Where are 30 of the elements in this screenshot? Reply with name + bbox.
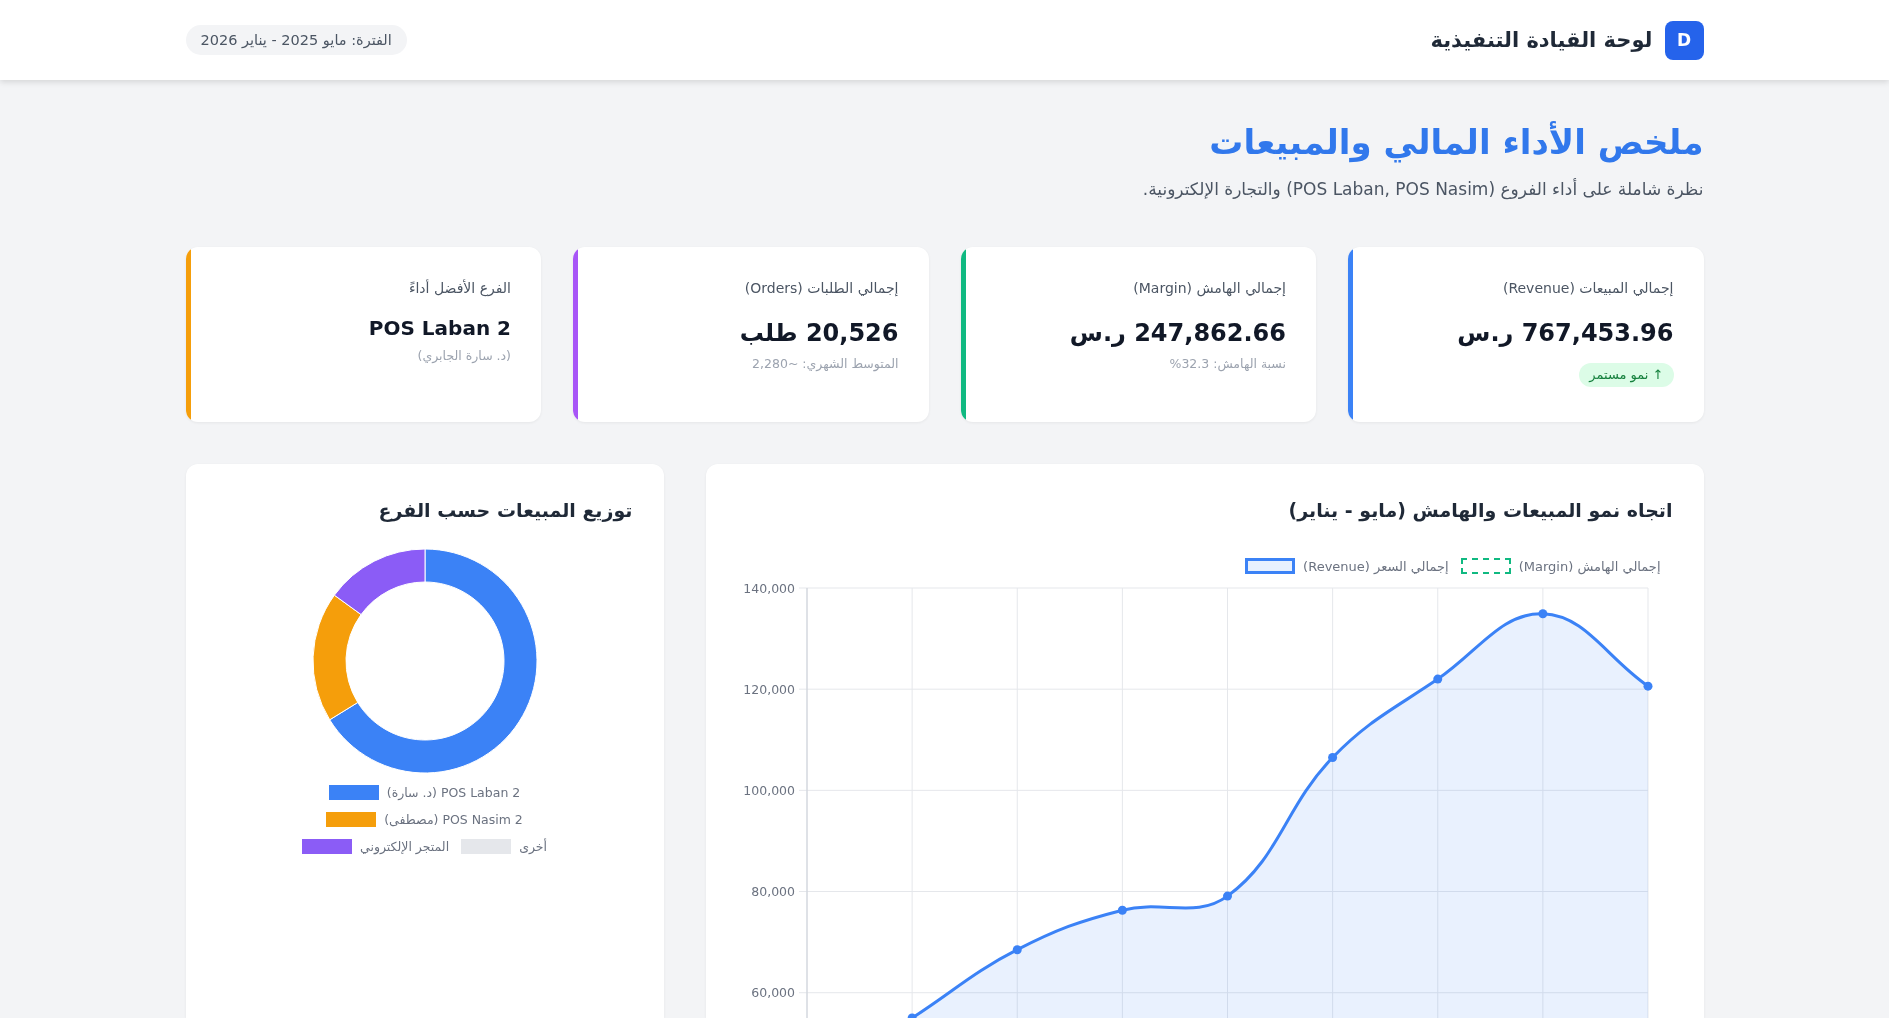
legend-label: إجمالي الهامش (Margin) xyxy=(1518,558,1661,574)
kpi-label: إجمالي المبيعات (Revenue) xyxy=(1502,279,1674,298)
axis-label: 80,000 xyxy=(750,884,795,900)
kpi-label: إجمالي الهامش (Margin) xyxy=(1133,279,1286,298)
legend-label: POS Nasim 2 (مصطفى) xyxy=(384,811,523,827)
kpi-note: نسبة الهامش: 32.3% xyxy=(1169,355,1286,373)
kpi-label: إجمالي الطلبات (Orders) xyxy=(744,279,899,298)
page-subtitle: نظرة شاملة على أداء الفروع (POS Laban, POS Nasim) والتجارة الإلكترونية. xyxy=(1141,177,1704,202)
chart-title: توزيع المبيعات حسب الفرع xyxy=(377,498,633,524)
legend-label: POS Laban 2 (د. سارة) xyxy=(386,784,521,800)
axis-label: 140,000 xyxy=(742,580,795,596)
period-chip: الفترة: مايو 2025 - يناير 2026 xyxy=(185,25,407,55)
legend-label: المتجر الإلكتروني xyxy=(360,838,450,854)
kpi-value: 20,526 طلب xyxy=(739,318,899,349)
page-title: ملخص الأداء المالي والمبيعات xyxy=(1208,120,1704,164)
kpi-label: الفرع الأفضل أداءً xyxy=(408,278,511,298)
legend-label: أخرى xyxy=(519,838,547,854)
legend-label: إجمالي السعر (Revenue) xyxy=(1303,558,1449,574)
kpi-value: 247,862.66 ر.س xyxy=(1069,318,1286,349)
kpi-note: المتوسط الشهري: ~2,280 xyxy=(752,355,899,373)
kpi-note: (د. سارة الجابري) xyxy=(417,347,511,365)
app-logo: D xyxy=(1664,20,1704,60)
app-title: لوحة القيادة التنفيذية xyxy=(1430,28,1653,52)
trend-badge: ↑ نمو مستمر xyxy=(1579,363,1674,387)
kpi-value: 767,453.96 ر.س xyxy=(1457,318,1674,349)
axis-label: 120,000 xyxy=(742,681,795,697)
axis-label: 100,000 xyxy=(742,782,795,798)
axis-label: 60,000 xyxy=(750,985,795,1001)
kpi-value: POS Laban 2 xyxy=(368,315,511,342)
chart-title: اتجاه نمو المبيعات والهامش (مايو - يناير) xyxy=(1287,498,1673,524)
